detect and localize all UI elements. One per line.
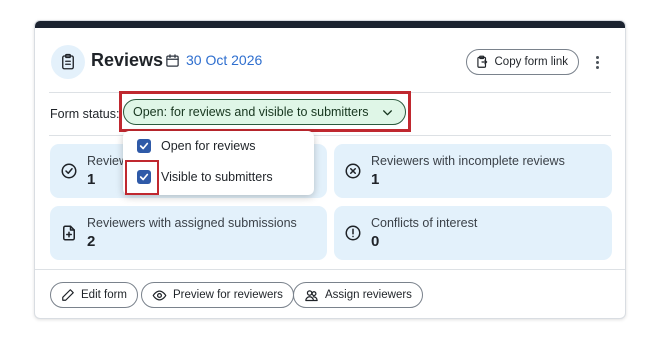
copy-form-link-label: Copy form link — [494, 56, 569, 68]
option-label: Visible to submitters — [161, 170, 273, 184]
footer-divider — [35, 269, 625, 270]
assign-reviewers-button[interactable]: Assign reviewers — [293, 282, 423, 308]
status-options-menu: Open for reviews Visible to submitters — [123, 131, 314, 195]
checkmark-icon — [139, 173, 149, 181]
tile-incomplete-reviews: Reviewers with incomplete reviews 1 — [334, 144, 612, 198]
check-circle-icon — [61, 163, 77, 179]
card-header: Reviews 30 Oct 2026 Copy form link — [49, 43, 611, 83]
status-highlight-box — [119, 91, 411, 132]
edit-form-button[interactable]: Edit form — [50, 282, 139, 308]
alert-circle-icon — [345, 225, 361, 241]
tile-label: Reviewers with incomplete reviews — [371, 154, 565, 168]
tile-value: 1 — [371, 171, 380, 188]
clipboard-icon — [51, 45, 85, 79]
tile-conflicts-of-interest: Conflicts of interest 0 — [334, 206, 612, 260]
checkbox-open-for-reviews[interactable] — [137, 139, 151, 153]
page-title: Reviews — [91, 50, 164, 70]
checkmark-icon — [139, 142, 149, 150]
card-top-bar — [35, 21, 625, 28]
more-options-icon[interactable] — [587, 51, 607, 73]
edit-form-label: Edit form — [81, 289, 128, 301]
users-icon — [305, 289, 318, 301]
copy-form-link-button[interactable]: Copy form link — [465, 49, 579, 75]
tile-value: 2 — [87, 233, 96, 250]
date-display: 30 Oct 2026 — [165, 52, 262, 68]
checkbox-visible-to-submitters[interactable] — [137, 170, 151, 184]
pencil-icon — [62, 289, 74, 301]
eye-icon — [152, 290, 167, 300]
assign-reviewers-label: Assign reviewers — [325, 289, 412, 301]
option-label: Open for reviews — [161, 139, 256, 153]
tile-value: 1 — [87, 171, 96, 188]
form-status-label: Form status: — [50, 107, 120, 121]
preview-label: Preview for reviewers — [173, 289, 283, 301]
file-plus-icon — [63, 225, 75, 241]
calendar-icon — [166, 53, 179, 67]
date-text: 30 Oct 2026 — [186, 52, 263, 68]
tile-label: Conflicts of interest — [371, 216, 478, 230]
tile-value: 0 — [371, 233, 380, 250]
x-circle-icon — [345, 163, 361, 179]
tile-label: Reviewers with assigned submissions — [87, 216, 297, 230]
option-visible-to-submitters[interactable]: Visible to submitters — [123, 163, 314, 191]
copy-clipboard-icon — [476, 55, 487, 68]
tile-assigned-submissions: Reviewers with assigned submissions 2 — [50, 206, 327, 260]
preview-for-reviewers-button[interactable]: Preview for reviewers — [141, 282, 294, 308]
option-open-for-reviews[interactable]: Open for reviews — [123, 132, 314, 160]
